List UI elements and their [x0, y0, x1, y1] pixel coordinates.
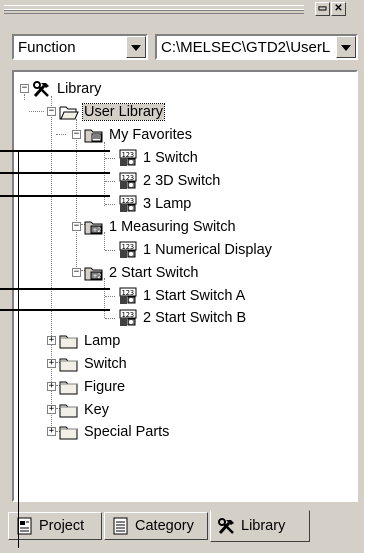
tree-node-label: 2 Start Switch B [143, 310, 247, 326]
expand-toggle[interactable]: + [47, 405, 56, 414]
tree-node-library[interactable]: Library [32, 79, 102, 99]
tree-node-label: 3 Lamp [143, 196, 192, 212]
expand-toggle[interactable]: + [47, 336, 56, 345]
numeric-object-icon [118, 195, 138, 213]
tab-label: Category [135, 518, 194, 534]
tree-node-lamp[interactable]: Lamp [59, 331, 121, 351]
tree-node-label: User Library [82, 103, 165, 121]
expand-toggle[interactable]: + [47, 382, 56, 391]
restore-button[interactable]: ▭ [315, 2, 330, 16]
tree-node-start-switch[interactable]: 2 Start Switch [84, 263, 199, 283]
favorites-folder-icon [84, 126, 104, 144]
tree-node-label: My Favorites [109, 127, 192, 143]
annotation-vertical-line [18, 150, 19, 548]
path-select-value: C:\MELSEC\GTD2\UserL [161, 39, 331, 56]
tree-node-my-favorites[interactable]: My Favorites [84, 125, 193, 145]
tree-node-label: 1 Measuring Switch [109, 219, 236, 235]
tree-node-label: Key [84, 402, 109, 418]
tree-node-start-switch-b[interactable]: 2 Start Switch B [118, 308, 247, 328]
tree-node-label: Special Parts [84, 424, 170, 440]
tab-project[interactable]: Project [8, 512, 102, 540]
group-folder-icon [84, 218, 104, 236]
folder-icon [59, 378, 79, 396]
collapse-toggle[interactable]: − [72, 130, 81, 139]
tree-node-label: 1 Start Switch A [143, 288, 246, 304]
folder-icon [59, 423, 79, 441]
group-folder-icon [84, 264, 104, 282]
tab-library[interactable]: Library [210, 510, 310, 542]
folder-icon [59, 401, 79, 419]
close-button[interactable]: ✕ [331, 2, 346, 16]
hammer-wrench-icon [32, 80, 52, 98]
numeric-object-icon [118, 287, 138, 305]
annotation-line [0, 172, 110, 174]
tree-node-label: Library [57, 81, 102, 97]
chevron-down-icon[interactable] [126, 36, 146, 58]
library-panel: ▭ ✕ Function C:\MELSEC\GTD2\UserL 1 [0, 0, 364, 553]
tree-node-figure[interactable]: Figure [59, 377, 126, 397]
tree-node-lamp-item[interactable]: 3 Lamp [118, 194, 192, 214]
close-icon: ✕ [334, 3, 343, 14]
numeric-object-icon [118, 149, 138, 167]
numeric-object-icon [118, 172, 138, 190]
library-tree[interactable]: 123 [12, 70, 358, 502]
folder-icon [59, 355, 79, 373]
collapse-toggle[interactable]: − [47, 107, 56, 116]
collapse-toggle[interactable]: − [72, 268, 81, 277]
panel-grip[interactable] [4, 5, 304, 14]
tab-label: Project [39, 518, 85, 534]
path-select[interactable]: C:\MELSEC\GTD2\UserL [155, 34, 358, 60]
tree-node-label: 2 3D Switch [143, 173, 221, 189]
restore-icon: ▭ [317, 3, 328, 14]
annotation-line [0, 150, 110, 152]
chevron-down-icon[interactable] [336, 36, 356, 58]
tree-node-start-switch-a[interactable]: 1 Start Switch A [118, 286, 246, 306]
collapse-toggle[interactable]: − [20, 84, 29, 93]
tree-node-label: 1 Switch [143, 150, 198, 166]
annotation-line [0, 195, 110, 197]
tree-node-measuring-switch[interactable]: 1 Measuring Switch [84, 217, 237, 237]
tree-node-label: Figure [84, 379, 126, 395]
tree-node-switch[interactable]: 1 Switch [118, 148, 199, 168]
tree-node-key[interactable]: Key [59, 400, 110, 420]
annotation-line [0, 309, 110, 311]
tree-node-numerical-display[interactable]: 1 Numerical Display [118, 240, 273, 260]
expand-toggle[interactable]: + [47, 359, 56, 368]
tree-node-label: Lamp [84, 333, 121, 349]
tree-node-3d-switch[interactable]: 2 3D Switch [118, 171, 221, 191]
category-icon [113, 517, 128, 535]
annotation-line [0, 288, 110, 290]
tree-node-switch-folder[interactable]: Switch [59, 354, 128, 374]
folder-icon [59, 332, 79, 350]
hammer-wrench-icon [217, 517, 237, 535]
collapse-toggle[interactable]: − [72, 222, 81, 231]
mode-select-value: Function [18, 39, 76, 56]
numeric-object-icon [118, 241, 138, 259]
tree-node-label: Switch [84, 356, 127, 372]
tab-category[interactable]: Category [104, 512, 208, 540]
tab-label: Library [241, 518, 286, 534]
numeric-object-icon [118, 309, 138, 327]
expand-toggle[interactable]: + [47, 427, 56, 436]
tree-node-user-library[interactable]: User Library [59, 102, 165, 122]
tree-node-special-parts[interactable]: Special Parts [59, 422, 170, 442]
tree-node-label: 2 Start Switch [109, 265, 199, 281]
folder-open-icon [59, 103, 79, 121]
mode-select[interactable]: Function [12, 34, 148, 60]
tree-node-label: 1 Numerical Display [143, 242, 272, 258]
